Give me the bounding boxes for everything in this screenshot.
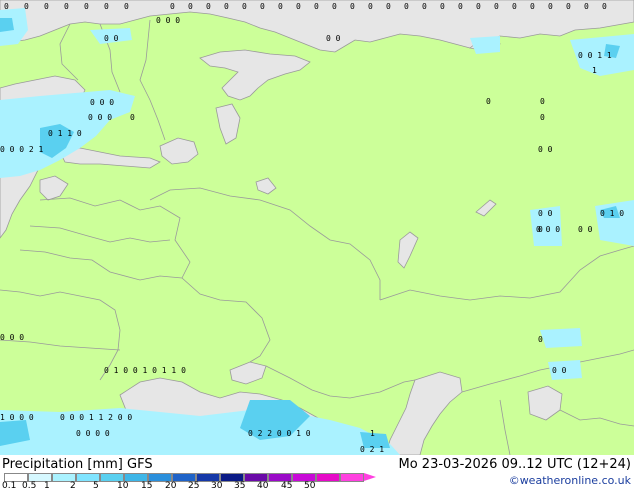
precip-label: 0 1 0 0 1 0 1 1 0 — [104, 366, 186, 375]
precip-label: 0 2 2 0 0 1 0 — [248, 429, 311, 438]
zero-label: 0 — [206, 2, 211, 11]
precip-label: 1 0 0 0 — [0, 413, 34, 422]
zero-label: 0 — [64, 2, 69, 11]
precip-label: 0 0 — [552, 366, 567, 375]
precipitation-map: 0 00 0 00 00 0 1 110 0 000 0 00 1 1 00 0… — [0, 0, 634, 456]
zero-label: 0 — [44, 2, 49, 11]
precip-label: 0 0 — [326, 34, 341, 43]
zero-label: 0 — [404, 2, 409, 11]
precip-label: 1 — [592, 66, 597, 75]
precip-label: 0 — [540, 113, 545, 122]
zero-label: 0 — [440, 2, 445, 11]
precip-label: 0 2 1 — [360, 445, 384, 454]
precip-label: 0 0 — [538, 209, 553, 218]
legend-arrow — [364, 473, 376, 481]
precip-label: 0 0 — [578, 225, 593, 234]
zero-label: 0 — [104, 2, 109, 11]
zero-label: 0 — [4, 2, 9, 11]
zero-label: 0 — [224, 2, 229, 11]
zero-label: 0 — [124, 2, 129, 11]
zero-label: 0 — [530, 2, 535, 11]
zero-label: 0 — [458, 2, 463, 11]
zero-label: 0 — [242, 2, 247, 11]
precip-label: 0 0 0 — [90, 98, 114, 107]
precip-label: 0 — [130, 113, 135, 122]
zero-label: 0 — [476, 2, 481, 11]
map-title: Precipitation [mm] GFS — [2, 457, 153, 472]
precip-label: 0 — [538, 335, 543, 344]
zero-label: 0 — [314, 2, 319, 11]
precip-label: 0 0 — [538, 145, 553, 154]
precipitation-legend-scale — [4, 473, 376, 482]
precip-label: 0 0 0 — [156, 16, 180, 25]
zero-label: 0 — [296, 2, 301, 11]
zero-label: 0 — [332, 2, 337, 11]
zero-label: 0 — [350, 2, 355, 11]
precip-label: 0 0 0 — [0, 333, 24, 342]
zero-label: 0 — [170, 2, 175, 11]
zero-label: 0 — [566, 2, 571, 11]
precip-label: 0 0 — [104, 34, 119, 43]
precip-label: 0 — [486, 97, 491, 106]
zero-label: 0 — [512, 2, 517, 11]
forecast-datetime: Mo 23-03-2026 09..12 UTC (12+24) — [398, 457, 632, 472]
zero-label: 0 — [386, 2, 391, 11]
zero-label: 0 — [188, 2, 193, 11]
zero-label: 0 — [494, 2, 499, 11]
zero-label: 0 — [278, 2, 283, 11]
precip-label: 0 0 1 1 — [578, 51, 612, 60]
zero-label: 0 — [584, 2, 589, 11]
zero-label: 0 — [260, 2, 265, 11]
zero-label: 0 — [368, 2, 373, 11]
precip-label: 0 0 0 — [88, 113, 112, 122]
zero-label: 0 — [84, 2, 89, 11]
precip-label: 0 1 1 0 — [48, 129, 82, 138]
precip-label: 0 0 0 0 — [76, 429, 110, 438]
legend-color-14 — [340, 473, 364, 482]
zero-label: 0 — [602, 2, 607, 11]
zero-label: 0 — [422, 2, 427, 11]
site-credit-link[interactable]: ©weatheronline.co.uk — [509, 474, 631, 487]
precip-label: 0 0 0 — [536, 225, 560, 234]
precip-label: 0 1 0 — [600, 209, 624, 218]
precip-label: 0 — [540, 97, 545, 106]
zero-label: 0 — [548, 2, 553, 11]
zero-label: 0 — [24, 2, 29, 11]
precip-label: 1 — [370, 429, 375, 438]
legend-color-13 — [316, 473, 340, 482]
precip-label: 0 0 0 2 1 — [0, 145, 44, 154]
precip-label: 0 0 0 1 1 2 0 0 — [60, 413, 132, 422]
